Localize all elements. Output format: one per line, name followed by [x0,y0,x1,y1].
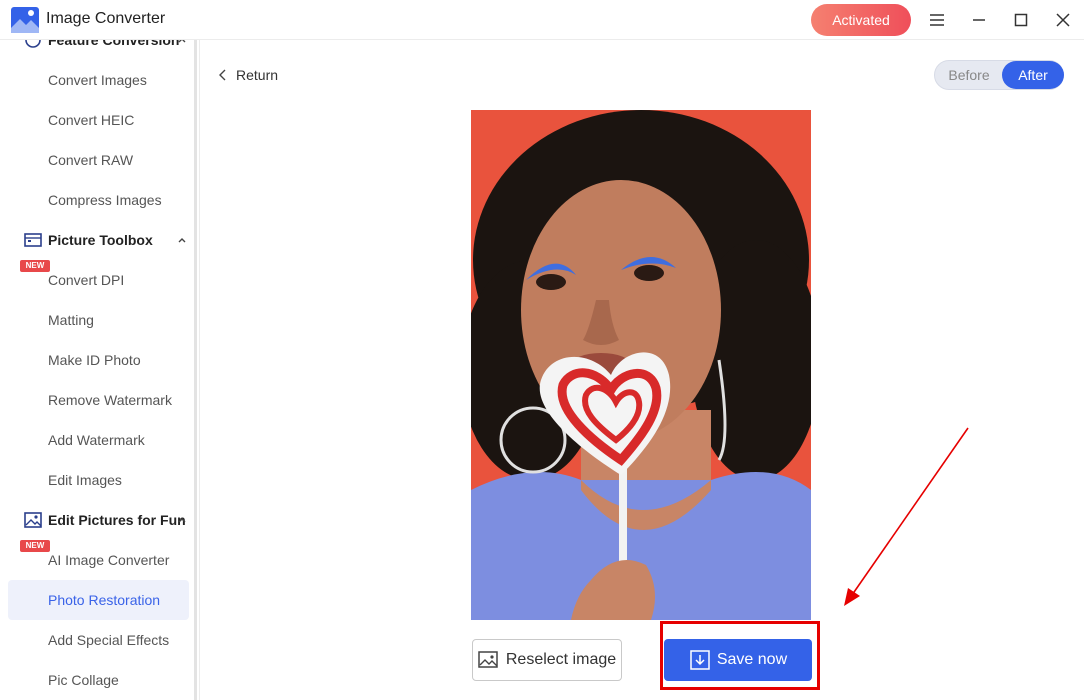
edit-fun-icon [24,512,42,528]
sidebar-item-add-watermark[interactable]: Add Watermark [8,420,189,460]
portrait-image [471,110,811,620]
sidebar-item-convert-raw[interactable]: Convert RAW [8,140,189,180]
sidebar-item-convert-heic[interactable]: Convert HEIC [8,100,189,140]
sidebar-item-edit-images[interactable]: Edit Images [8,460,189,500]
chevron-left-icon [219,69,226,81]
chevron-up-icon [178,40,186,43]
annotation-arrow [844,427,969,606]
sidebar-item-ai-image-converter[interactable]: AI Image Converter [8,540,189,580]
title-bar: Image Converter Activated [0,0,1084,40]
group-feature-label: Feature Conversion [48,40,180,48]
download-icon [690,650,710,670]
group-toolbox-label: Picture Toolbox [48,232,153,248]
sidebar-scrollbar[interactable] [194,40,197,700]
chevron-up-icon [178,518,186,523]
feature-conversion-icon [25,40,41,48]
sidebar-item-remove-watermark[interactable]: Remove Watermark [8,380,189,420]
result-photo [471,110,811,620]
chevron-up-icon [178,238,186,243]
sidebar-item-make-id-photo[interactable]: Make ID Photo [8,340,189,380]
save-now-button[interactable]: Save now [664,639,812,681]
sidebar-item-add-special-effects[interactable]: Add Special Effects [8,620,189,660]
sidebar-item-photo-restoration[interactable]: Photo Restoration [8,580,189,620]
picture-toolbox-icon [24,233,42,247]
group-fun-label: Edit Pictures for Fun [48,512,186,528]
group-feature-conversion[interactable]: Feature Conversion [24,40,186,50]
sidebar-item-compress-images[interactable]: Compress Images [8,180,189,220]
minimize-icon[interactable] [967,8,991,32]
app-title: Image Converter [46,10,166,27]
app-logo-icon [11,7,39,33]
activated-button[interactable]: Activated [811,4,911,36]
image-icon [478,651,498,668]
group-picture-toolbox[interactable]: Picture Toolbox [24,230,186,250]
save-label: Save now [716,651,788,668]
group-edit-pictures-for-fun[interactable]: Edit Pictures for Fun [24,510,186,530]
maximize-icon[interactable] [1009,8,1033,32]
return-label: Return [236,67,279,83]
reselect-image-button[interactable]: Reselect image [472,639,622,681]
close-icon[interactable] [1051,8,1075,32]
sidebar-item-convert-dpi[interactable]: Convert DPI [8,260,189,300]
reselect-label: Reselect image [505,651,617,668]
sidebar-item-convert-images[interactable]: Convert Images [8,60,189,100]
menu-icon[interactable] [925,8,949,32]
sidebar-item-matting[interactable]: Matting [8,300,189,340]
return-link[interactable]: Return [218,66,278,84]
before-after-toggle: Before After [934,60,1064,90]
after-option[interactable]: After [1002,61,1064,89]
sidebar: Feature Conversion Convert Images Conver… [0,40,200,700]
sidebar-item-pic-collage[interactable]: Pic Collage [8,660,189,700]
before-option[interactable]: Before [935,61,1003,89]
